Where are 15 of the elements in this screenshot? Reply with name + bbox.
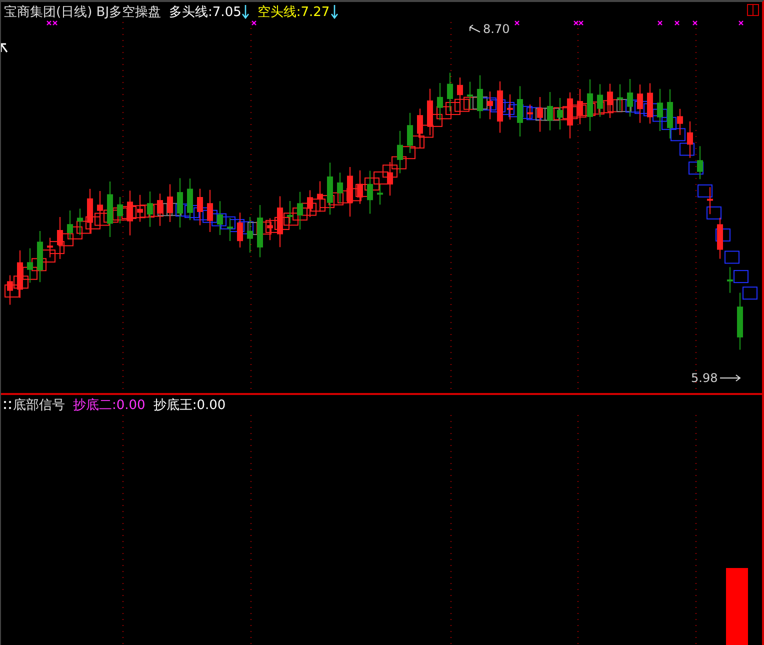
indicator-value: 抄底二:0.00 (73, 397, 146, 414)
grip-icon (4, 400, 11, 410)
low-price-label: 5.98 (691, 371, 718, 385)
high-price-label: 8.70 (483, 22, 510, 36)
chart-title: 宝商集团(日线) BJ多空操盘 (4, 4, 162, 21)
arrow-icon (467, 24, 481, 34)
arrow-icon (720, 374, 742, 382)
cursor-icon (1, 43, 8, 53)
indicator-value: 空头线:7.27 (257, 4, 330, 21)
panel-title: 底部信号 (13, 397, 65, 414)
indicator-value: 多头线:7.05 (169, 4, 242, 21)
indicator-value: 抄底王:0.00 (153, 397, 226, 414)
down-arrow-icon (330, 5, 338, 19)
down-arrow-icon (242, 5, 250, 19)
panel-toggle-icon[interactable] (747, 4, 759, 16)
